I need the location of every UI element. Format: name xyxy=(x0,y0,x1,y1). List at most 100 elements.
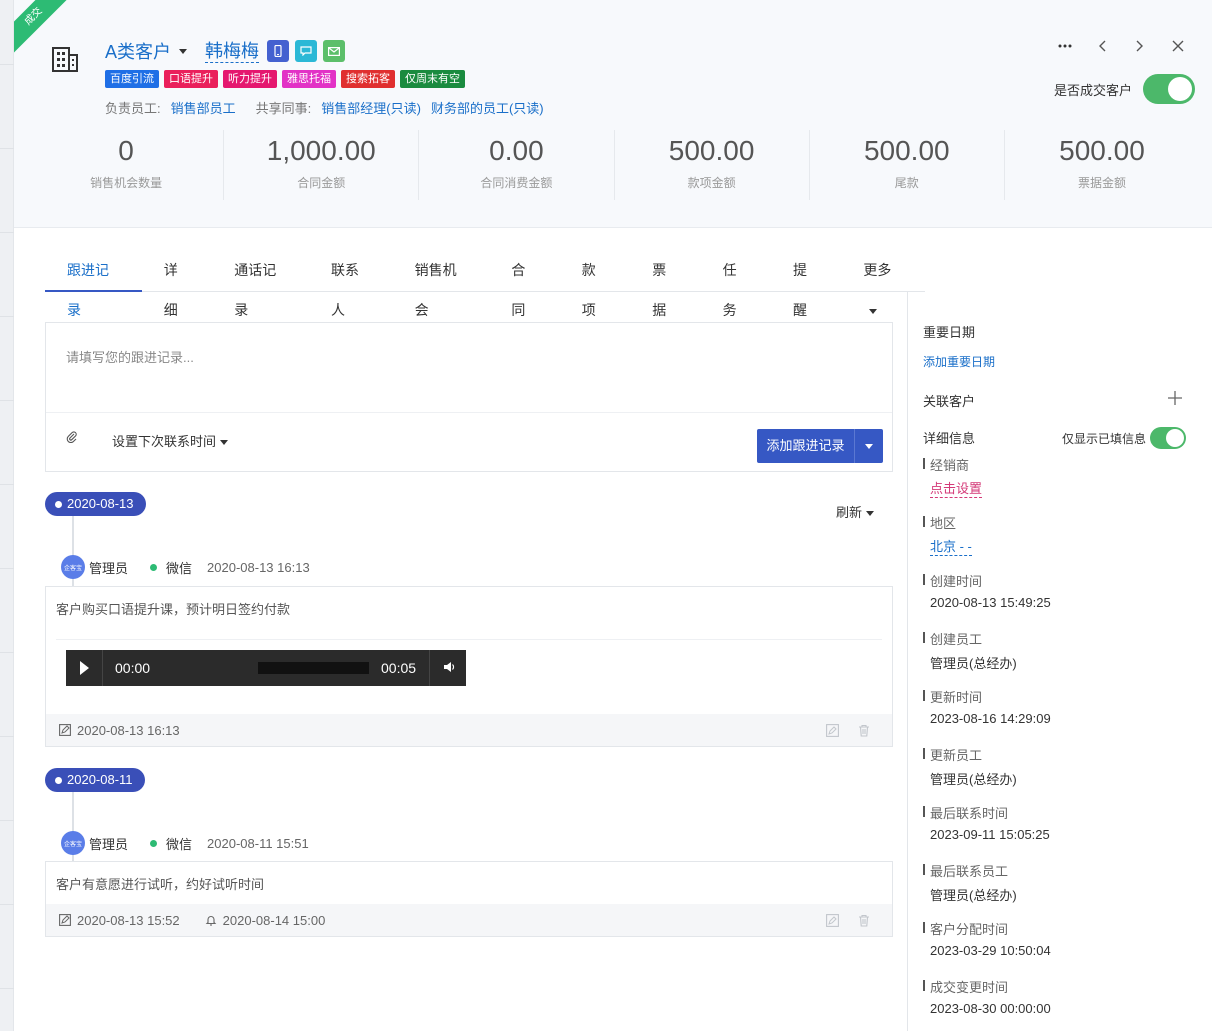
next-contact-label: 设置下次联系时间 xyxy=(112,434,217,449)
tab-opportunities[interactable]: 销售机会 xyxy=(393,250,490,318)
tag: 百度引流 xyxy=(105,70,159,88)
stat-label: 合同金额 xyxy=(297,176,346,190)
detail-info-title: 详细信息 xyxy=(923,431,976,446)
delete-icon[interactable] xyxy=(856,722,872,738)
record-content: 客户购买口语提升课，预计明日签约付款 xyxy=(56,602,291,617)
edit-icon[interactable] xyxy=(824,722,840,738)
tag: 听力提升 xyxy=(223,70,277,88)
play-icon[interactable] xyxy=(80,661,89,675)
record-header: 企客宝 管理员 微信 2020-08-13 16:13 xyxy=(61,555,310,579)
chevron-down-icon xyxy=(866,511,875,517)
only-filled-toggle[interactable] xyxy=(1150,427,1186,449)
timeline-date: 2020-08-11 xyxy=(45,768,145,792)
record-footer: 2020-08-13 15:52 2020-08-14 15:00 xyxy=(46,904,892,936)
customer-header: 成交 A类客户 韩梅梅 百度引流 口语提升 听力提升 雅思托福 搜索拓客 仅周末… xyxy=(14,0,1212,228)
tab-contacts[interactable]: 联系人 xyxy=(309,250,393,318)
volume-icon[interactable] xyxy=(442,660,458,676)
tab-contracts[interactable]: 合同 xyxy=(489,250,559,318)
audio-progress-track[interactable] xyxy=(258,662,369,674)
more-button[interactable] xyxy=(1055,36,1075,56)
region-link[interactable]: 北京 - - xyxy=(930,536,972,556)
stat-opportunity-count[interactable]: 0 销售机会数量 xyxy=(29,130,225,200)
close-button[interactable] xyxy=(1168,36,1188,56)
record-footer: 2020-08-13 16:13 xyxy=(46,714,892,746)
delete-icon[interactable] xyxy=(856,912,872,928)
refresh-label: 刷新 xyxy=(836,505,863,520)
edit-note-icon xyxy=(58,913,72,927)
stat-balance-due[interactable]: 500.00 尾款 xyxy=(810,130,1005,200)
share-link-finance[interactable]: 财务部的员工(只读) xyxy=(431,98,544,117)
stat-label: 款项金额 xyxy=(687,176,736,190)
record-time: 2020-08-11 15:51 xyxy=(207,835,309,851)
building-icon xyxy=(52,47,78,72)
tab-call-records[interactable]: 通话记录 xyxy=(212,250,309,318)
phone-button[interactable] xyxy=(267,40,290,62)
stat-invoice-amount[interactable]: 500.00 票据金额 xyxy=(1005,130,1199,200)
edit-icon[interactable] xyxy=(824,912,840,928)
stat-value: 500.00 xyxy=(1059,135,1145,166)
customer-level-label: A类客户 xyxy=(105,42,172,62)
record-channel: 微信 xyxy=(166,836,193,852)
stat-label: 票据金额 xyxy=(1077,176,1126,190)
stat-payment-amount[interactable]: 500.00 款项金额 xyxy=(615,130,810,200)
tag: 搜索拓客 xyxy=(341,70,395,88)
tab-reminders[interactable]: 提醒 xyxy=(771,250,841,318)
next-contact-time-dropdown[interactable]: 设置下次联系时间 xyxy=(112,431,229,450)
field-value: 管理员(总经办) xyxy=(930,772,1017,787)
tag: 雅思托福 xyxy=(282,70,336,88)
stat-contract-amount[interactable]: 1,000.00 合同金额 xyxy=(224,130,420,200)
record-header: 企客宝 管理员 微信 2020-08-11 15:51 xyxy=(61,831,309,855)
add-follow-up-dropdown[interactable] xyxy=(855,429,883,463)
message-button[interactable] xyxy=(295,40,318,62)
stat-value: 0.00 xyxy=(489,135,544,166)
field-value: 管理员(总经办) xyxy=(930,656,1017,671)
deal-customer-toggle[interactable] xyxy=(1143,74,1195,104)
email-button[interactable] xyxy=(323,40,346,62)
tab-tasks[interactable]: 任务 xyxy=(701,250,771,318)
stat-value: 1,000.00 xyxy=(266,135,376,166)
attachment-button[interactable] xyxy=(66,431,80,445)
add-follow-up-button-group: 添加跟进记录 xyxy=(757,429,883,463)
divider xyxy=(56,639,882,640)
dealer-set-link[interactable]: 点击设置 xyxy=(930,478,983,498)
next-button[interactable] xyxy=(1130,36,1150,56)
background-page-strip xyxy=(0,0,14,1031)
field-value: 管理员(总经办) xyxy=(930,888,1017,903)
stat-label: 尾款 xyxy=(894,176,919,190)
field-label: 成交变更时间 xyxy=(923,977,1008,996)
add-related-customer-button[interactable] xyxy=(1168,389,1182,409)
customer-name[interactable]: 韩梅梅 xyxy=(205,40,260,63)
chevron-right-icon xyxy=(1136,40,1143,52)
chat-icon xyxy=(300,46,312,56)
stat-contract-consumption[interactable]: 0.00 合同消费金额 xyxy=(419,130,615,200)
sidebar-divider xyxy=(907,292,908,1031)
record-user: 管理员 xyxy=(89,560,129,576)
refresh-dropdown[interactable]: 刷新 xyxy=(836,502,875,521)
share-link-sales-manager[interactable]: 销售部经理(只读) xyxy=(321,98,421,117)
timeline-date: 2020-08-13 xyxy=(45,492,146,516)
customer-level-dropdown[interactable]: A类客户 xyxy=(105,38,188,64)
staff-link[interactable]: 销售部员工 xyxy=(171,98,236,117)
previous-button[interactable] xyxy=(1092,36,1112,56)
add-important-date-link[interactable]: 添加重要日期 xyxy=(923,353,995,370)
staff-label: 负责员工: xyxy=(105,101,161,116)
tab-details[interactable]: 详细 xyxy=(142,250,212,318)
edit-note-icon xyxy=(58,723,72,737)
field-label: 最后联系员工 xyxy=(923,861,1008,880)
tab-follow-up[interactable]: 跟进记录 xyxy=(45,250,142,318)
tab-invoices[interactable]: 票据 xyxy=(630,250,700,318)
staff-row: 负责员工: 销售部员工 共享同事: 销售部经理(只读) 财务部的员工(只读) xyxy=(105,98,544,117)
add-follow-up-button[interactable]: 添加跟进记录 xyxy=(757,429,855,463)
follow-up-input[interactable] xyxy=(46,323,892,413)
related-customers-title: 关联客户 xyxy=(923,394,976,409)
record-time: 2020-08-13 16:13 xyxy=(207,559,310,575)
tab-payments[interactable]: 款项 xyxy=(560,250,630,318)
composer-footer: 设置下次联系时间 添加跟进记录 xyxy=(46,413,892,471)
tag: 口语提升 xyxy=(164,70,218,88)
important-dates-title: 重要日期 xyxy=(923,325,976,340)
stats-bar: 0 销售机会数量 1,000.00 合同金额 0.00 合同消费金额 500.0… xyxy=(29,130,1199,200)
status-dot-icon xyxy=(150,839,158,847)
divider xyxy=(429,650,430,686)
tab-more[interactable]: 更多 xyxy=(841,250,925,314)
paperclip-icon xyxy=(66,431,77,444)
